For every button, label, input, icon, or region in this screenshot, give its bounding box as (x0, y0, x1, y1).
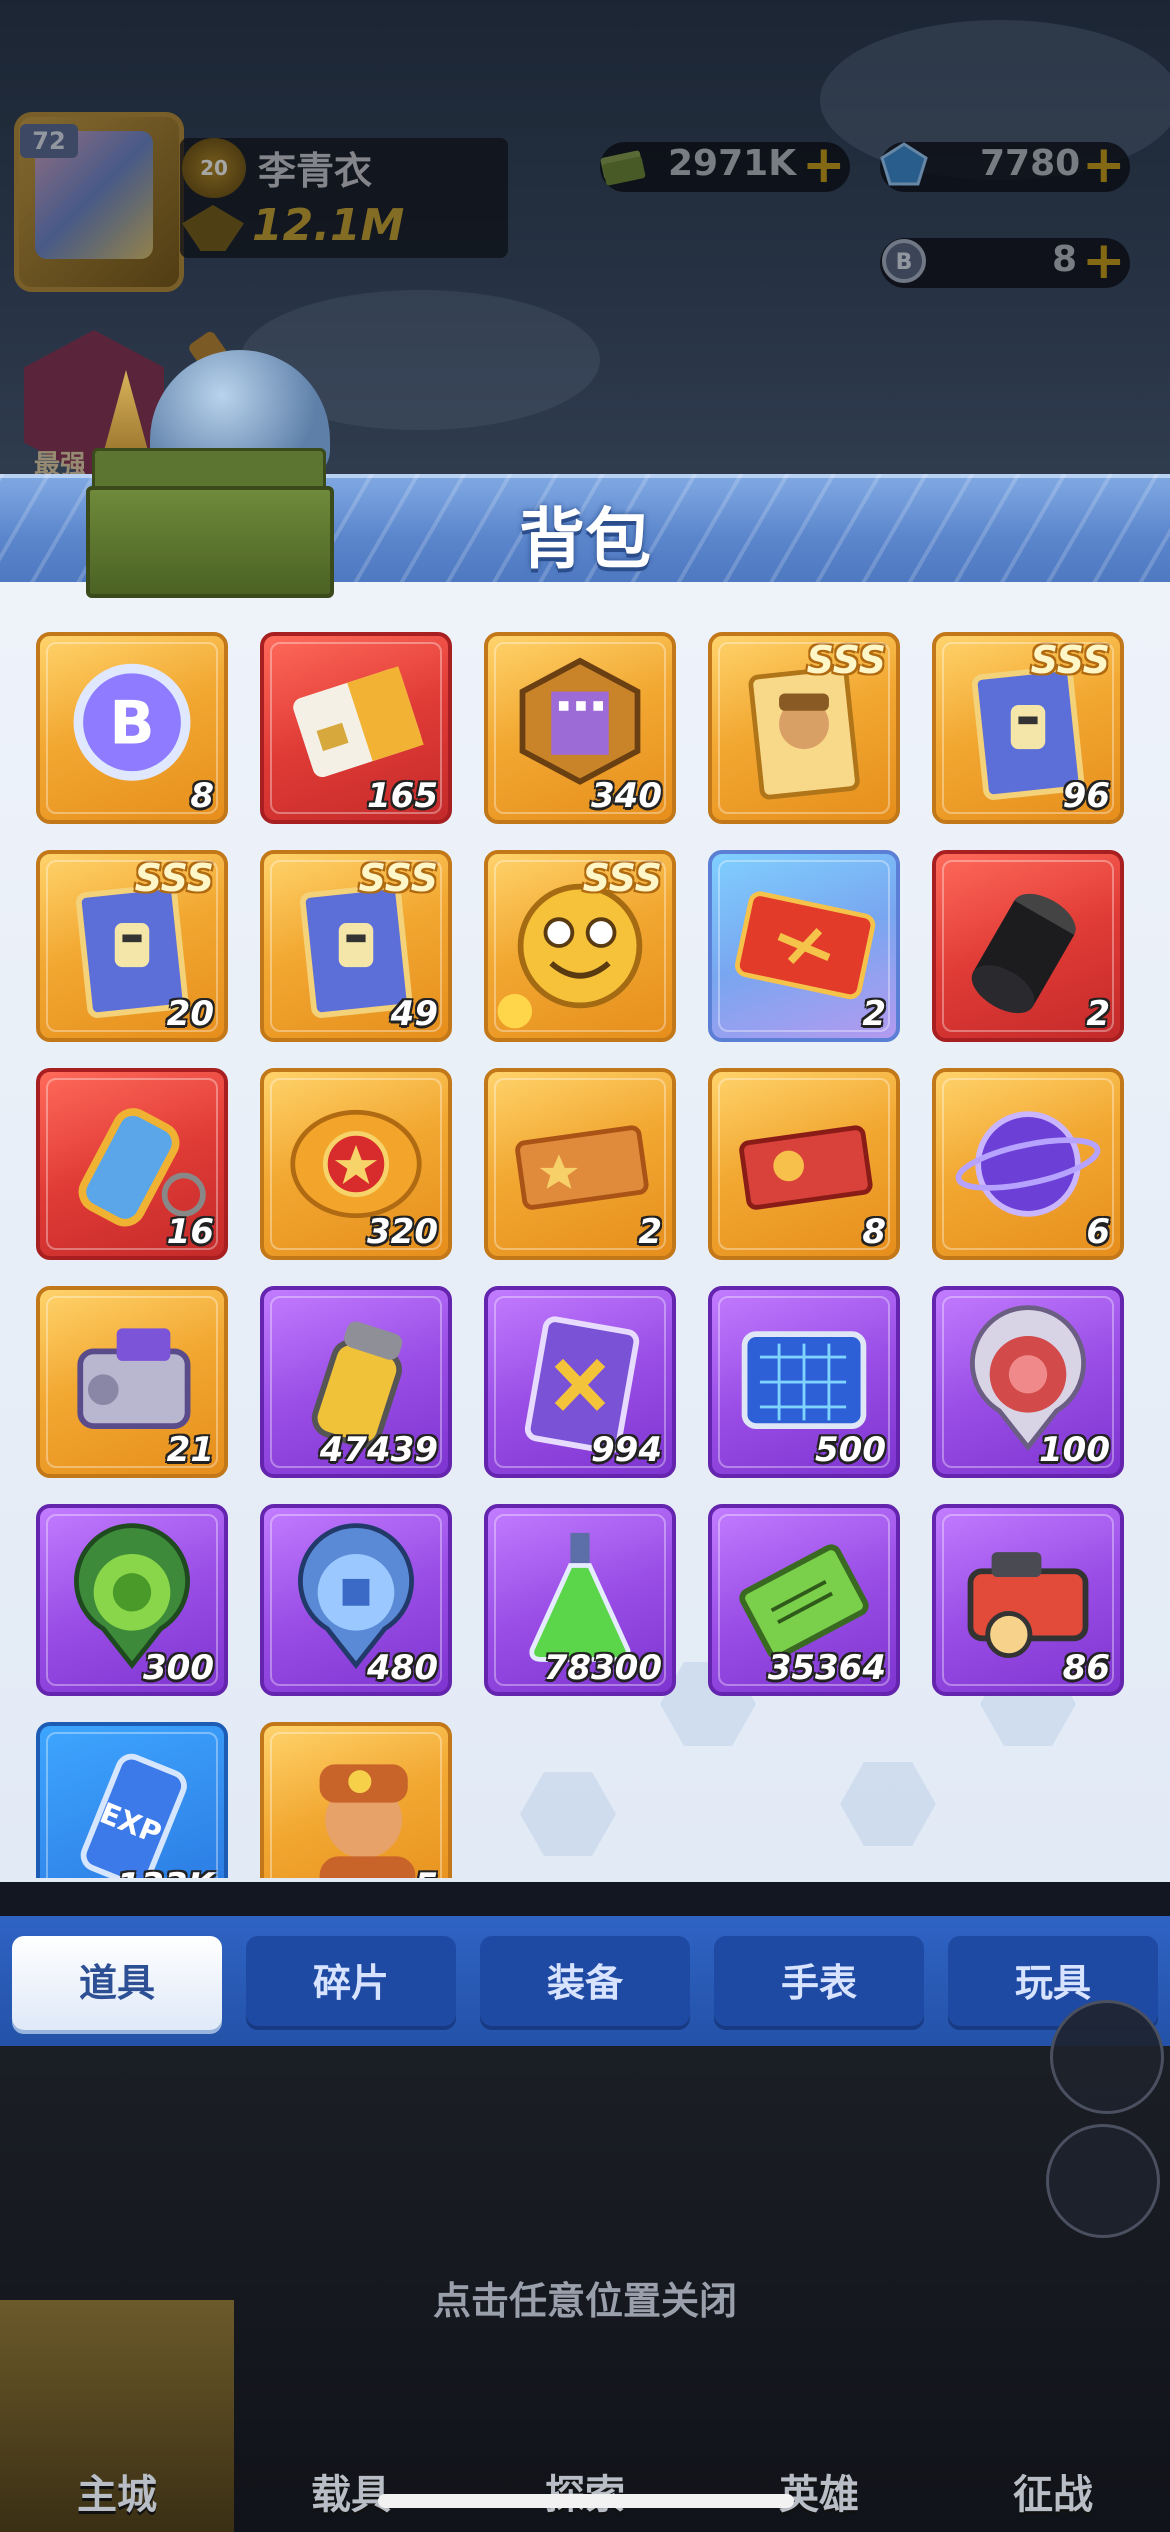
item-count: 78300 (543, 1648, 662, 1688)
item-count: 5 (414, 1866, 438, 1878)
inventory-item-slot[interactable]: SSS (484, 850, 676, 1042)
item-count: 2 (862, 994, 886, 1034)
inventory-item-slot[interactable]: SSS 49 (260, 850, 452, 1042)
inventory-item-slot[interactable]: 6 (932, 1068, 1124, 1260)
soldier-portrait-icon (319, 1764, 416, 1878)
item-count: 2 (638, 1212, 662, 1252)
side-menu-button[interactable] (1050, 2000, 1164, 2114)
item-count: 16 (166, 1212, 214, 1252)
inventory-item-slot[interactable]: 100 (932, 1286, 1124, 1478)
inventory-item-slot[interactable]: EXP133K (36, 1722, 228, 1878)
leaderboard-icon[interactable] (1046, 2124, 1160, 2238)
sss-rarity-tag: SSS (1030, 638, 1110, 682)
item-count: 49 (390, 994, 438, 1034)
inventory-item-slot[interactable]: 2 (708, 850, 900, 1042)
item-count: 6 (1086, 1212, 1110, 1252)
item-count: 480 (367, 1648, 438, 1688)
inventory-item-slot[interactable]: 78300 (484, 1504, 676, 1696)
item-count: 35364 (767, 1648, 886, 1688)
inventory-item-slot[interactable]: 320 (260, 1068, 452, 1260)
inventory-item-slot[interactable]: 21 (36, 1286, 228, 1478)
item-level-tag: 5 (278, 1875, 297, 1878)
inventory-item-slot[interactable]: 35364 (708, 1504, 900, 1696)
inventory-item-slot[interactable]: 86 (932, 1504, 1124, 1696)
sss-rarity-tag: SSS (582, 856, 662, 900)
item-count: 100 (1039, 1430, 1110, 1470)
inventory-item-slot[interactable]: SSS (708, 632, 900, 824)
item-count: 20 (166, 994, 214, 1034)
tab-fragments[interactable]: 碎片 (246, 1936, 456, 2030)
inventory-item-slot[interactable]: 55 (260, 1722, 452, 1878)
item-grid: B 8 165 340 SSS SSS 96 SSS 20 SSS 49 SSS 2 2 16 320 2 8 6 2… (0, 620, 1170, 1878)
item-count: 96 (1062, 776, 1110, 816)
exp-can-icon: EXP (80, 1753, 187, 1878)
nav-label: 探索 (468, 2462, 702, 2520)
nav-label: 英雄 (779, 2472, 859, 2518)
inventory-item-slot[interactable]: 500 (708, 1286, 900, 1478)
item-count: 300 (143, 1648, 214, 1688)
home-indicator[interactable] (378, 2494, 794, 2508)
item-count: 165 (367, 776, 438, 816)
item-count: 340 (591, 776, 662, 816)
decor-supply-crate-icon (86, 486, 334, 598)
item-count: 8 (862, 1212, 886, 1252)
nav-campaign[interactable]: 征战 (936, 2300, 1170, 2532)
inventory-item-slot[interactable]: 994 (484, 1286, 676, 1478)
sss-rarity-tag: SSS (134, 856, 214, 900)
sss-rarity-tag: SSS (806, 638, 886, 682)
inventory-item-slot[interactable]: 16 (36, 1068, 228, 1260)
item-count: 994 (591, 1430, 662, 1470)
tab-equipment[interactable]: 装备 (480, 1936, 690, 2030)
nav-label: 载具 (311, 2472, 391, 2518)
inventory-item-slot[interactable]: 340 (484, 632, 676, 824)
nav-label: 主城 (77, 2472, 157, 2518)
inventory-item-slot[interactable]: SSS 96 (932, 632, 1124, 824)
item-count: 2 (1086, 994, 1110, 1034)
item-count: 133K (117, 1866, 214, 1878)
item-count: 86 (1062, 1648, 1110, 1688)
inventory-item-slot[interactable]: SSS 20 (36, 850, 228, 1042)
item-count: 500 (815, 1430, 886, 1470)
inventory-item-slot[interactable]: 300 (36, 1504, 228, 1696)
nav-label: 征战 (1013, 2472, 1093, 2518)
inventory-item-slot[interactable]: 47439 (260, 1286, 452, 1478)
nav-main-city[interactable]: 主城 (0, 2300, 234, 2532)
item-count: 47439 (319, 1430, 438, 1470)
inventory-item-slot[interactable]: 480 (260, 1504, 452, 1696)
svg-text:B: B (109, 689, 154, 758)
tab-items[interactable]: 道具 (12, 1936, 222, 2030)
item-count: 8 (190, 776, 214, 816)
inventory-item-slot[interactable]: 8 (708, 1068, 900, 1260)
panel-title: 背包 (519, 501, 651, 578)
item-count: 320 (367, 1212, 438, 1252)
inventory-item-slot[interactable]: 165 (260, 632, 452, 824)
inventory-item-slot[interactable]: 2 (932, 850, 1124, 1042)
tab-watch[interactable]: 手表 (714, 1936, 924, 2030)
sss-rarity-tag: SSS (358, 856, 438, 900)
inventory-item-slot[interactable]: 2 (484, 1068, 676, 1260)
inventory-item-slot[interactable]: B8 (36, 632, 228, 824)
item-count: 21 (166, 1430, 214, 1470)
